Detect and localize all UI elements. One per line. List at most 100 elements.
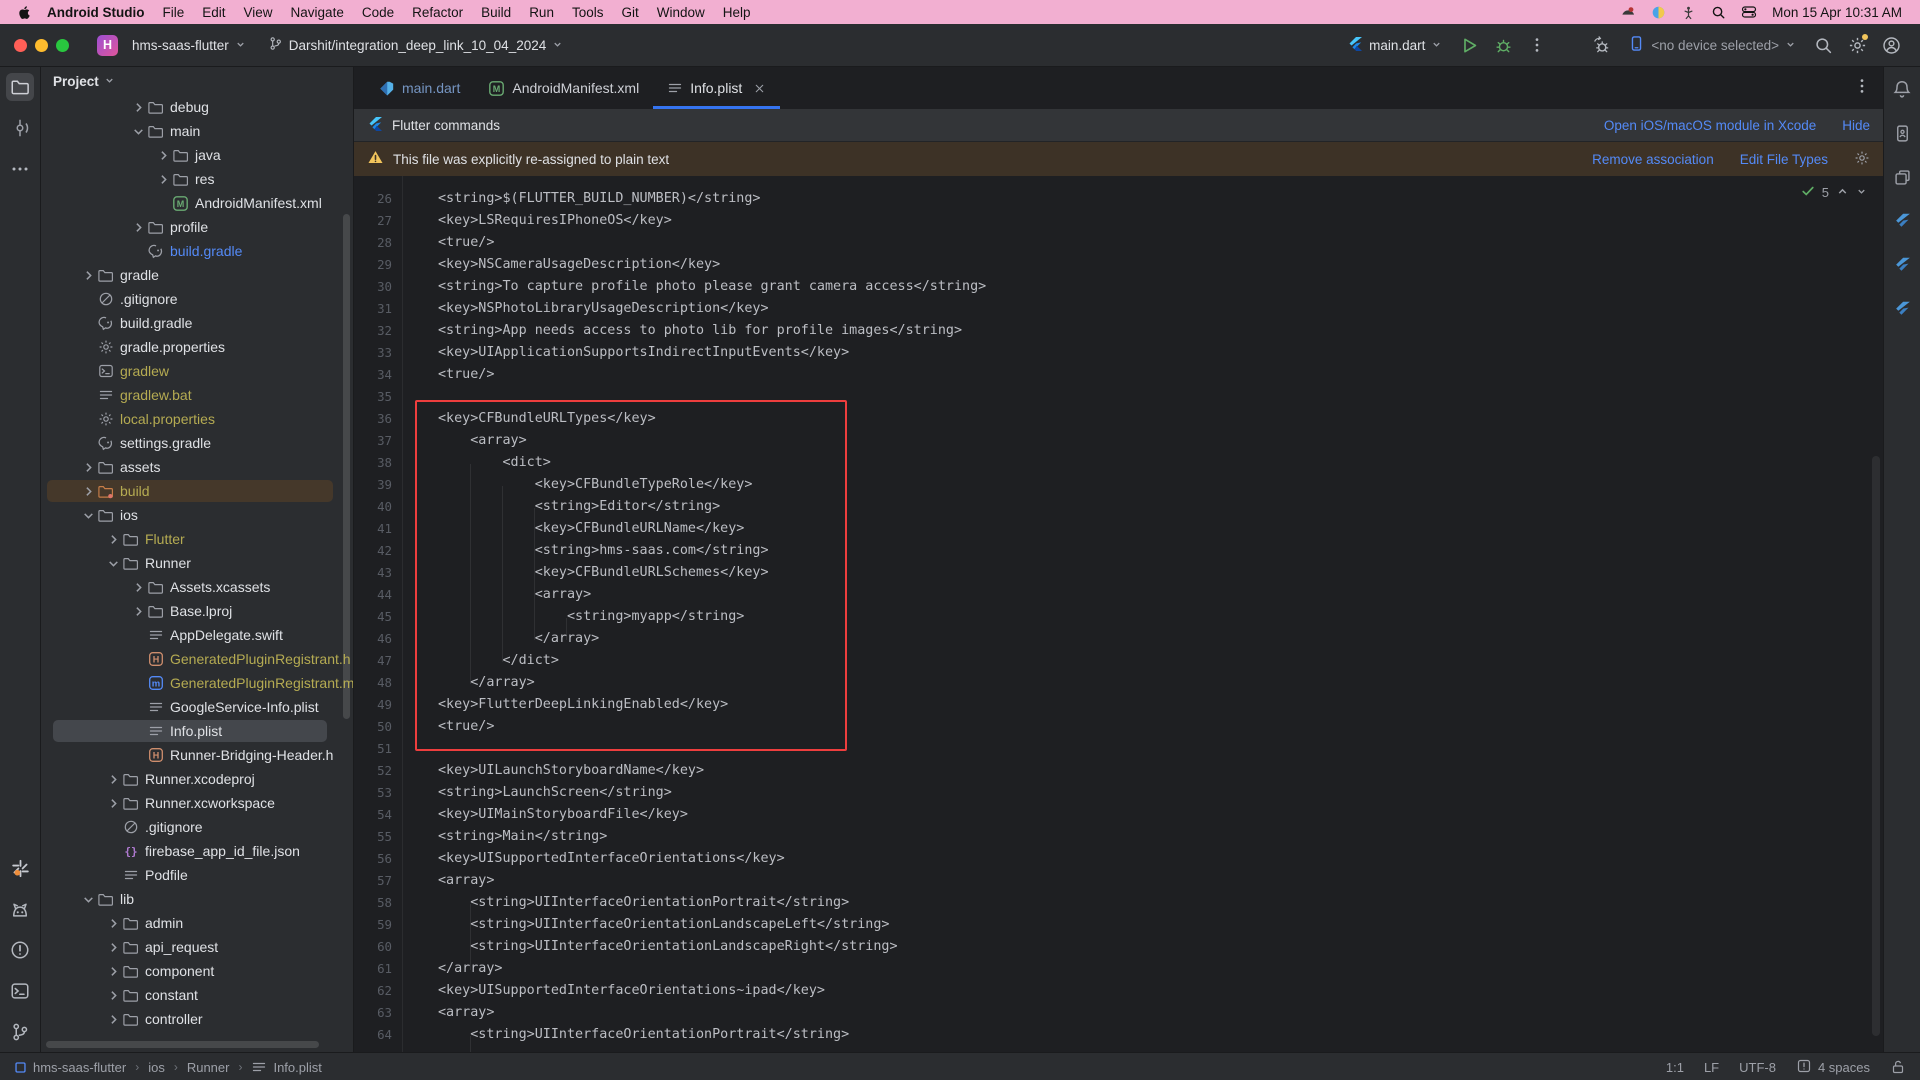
tree-item-settings-gradle[interactable]: settings.gradle [41, 431, 353, 455]
code-line-33[interactable]: 33<key>UIApplicationSupportsIndirectInpu… [354, 342, 1883, 364]
menu-item-tools[interactable]: Tools [563, 5, 613, 20]
debug-button[interactable] [1488, 30, 1518, 60]
menu-item-view[interactable]: View [235, 5, 282, 20]
minimize-window-button[interactable] [35, 39, 48, 52]
code-line-35[interactable]: 35 [354, 386, 1883, 408]
tree-item-api-request[interactable]: api_request [41, 935, 353, 959]
menubar-status-icon-2[interactable] [1651, 5, 1666, 20]
chevron-right-icon[interactable] [80, 269, 96, 282]
code-line-42[interactable]: 42 <string>hms-saas.com</string> [354, 540, 1883, 562]
code-line-27[interactable]: 27<key>LSRequiresIPhoneOS</key> [354, 210, 1883, 232]
tab-list-more-icon[interactable] [1853, 77, 1871, 100]
tree-item-gradlew-bat[interactable]: gradlew.bat [41, 383, 353, 407]
menubar-search-icon[interactable] [1711, 5, 1726, 20]
vcs-branch-widget[interactable]: Darshit/integration_deep_link_10_04_2024 [260, 31, 571, 59]
file-encoding[interactable]: UTF-8 [1739, 1060, 1776, 1075]
flutter-attach-icon[interactable] [1586, 30, 1616, 60]
code-line-40[interactable]: 40 <string>Editor</string> [354, 496, 1883, 518]
breadcrumb-hms-saas-flutter[interactable]: hms-saas-flutter [14, 1060, 126, 1075]
project-widget[interactable]: H hms-saas-flutter [89, 30, 254, 61]
tree-item-runner-xcodeproj[interactable]: Runner.xcodeproj [41, 767, 353, 791]
code-line-45[interactable]: 45 <string>myapp</string> [354, 606, 1883, 628]
code-editor[interactable]: 26<string>$(FLUTTER_BUILD_NUMBER)</strin… [354, 176, 1883, 1052]
chevron-right-icon[interactable] [130, 605, 146, 618]
tree-item-generatedpluginregistrant-m[interactable]: mGeneratedPluginRegistrant.m [41, 671, 353, 695]
tree-item-googleservice-info-plist[interactable]: GoogleService-Info.plist [41, 695, 353, 719]
editor-scrollbar[interactable] [1872, 456, 1880, 1036]
tree-item-build-gradle[interactable]: build.gradle [41, 311, 353, 335]
chevron-right-icon[interactable] [105, 941, 121, 954]
code-line-51[interactable]: 51 [354, 738, 1883, 760]
code-line-26[interactable]: 26<string>$(FLUTTER_BUILD_NUMBER)</strin… [354, 188, 1883, 210]
code-line-58[interactable]: 58 <string>UIInterfaceOrientationPortrai… [354, 892, 1883, 914]
tree-item-generatedpluginregistrant-h[interactable]: HGeneratedPluginRegistrant.h [41, 647, 353, 671]
code-line-30[interactable]: 30<string>To capture profile photo pleas… [354, 276, 1883, 298]
menubar-control-center-icon[interactable] [1741, 4, 1757, 20]
banner-settings-gear-icon[interactable] [1854, 150, 1870, 169]
tab-info-plist[interactable]: Info.plist [653, 67, 780, 109]
settings-gear-icon[interactable] [1842, 30, 1872, 60]
flutter-inspector-icon[interactable] [1888, 207, 1916, 235]
chevron-down-icon[interactable] [105, 557, 121, 570]
code-line-41[interactable]: 41 <key>CFBundleURLName</key> [354, 518, 1883, 540]
line-separator[interactable]: LF [1704, 1060, 1719, 1075]
menu-item-git[interactable]: Git [612, 5, 647, 20]
tree-item-base-lproj[interactable]: Base.lproj [41, 599, 353, 623]
menu-item-file[interactable]: File [153, 5, 193, 20]
chevron-right-icon[interactable] [105, 917, 121, 930]
code-line-53[interactable]: 53<string>LaunchScreen</string> [354, 782, 1883, 804]
flutter-outline-icon[interactable] [1888, 295, 1916, 323]
problems-tool-icon[interactable] [6, 936, 34, 964]
project-panel-header[interactable]: Project [41, 67, 353, 95]
code-line-32[interactable]: 32<string>App needs access to photo lib … [354, 320, 1883, 342]
tree-item-podfile[interactable]: Podfile [41, 863, 353, 887]
tree-item-gitignore[interactable]: .gitignore [41, 815, 353, 839]
open-xcode-link[interactable]: Open iOS/macOS module in Xcode [1604, 118, 1816, 133]
project-horizontal-scrollbar[interactable] [46, 1041, 319, 1048]
tree-item-gradle-properties[interactable]: gradle.properties [41, 335, 353, 359]
code-line-37[interactable]: 37 <array> [354, 430, 1883, 452]
lock-icon[interactable] [1890, 1059, 1906, 1075]
more-tools-icon[interactable] [6, 155, 34, 183]
chevron-right-icon[interactable] [105, 989, 121, 1002]
menu-item-code[interactable]: Code [353, 5, 403, 20]
code-line-46[interactable]: 46 </array> [354, 628, 1883, 650]
tree-item-component[interactable]: component [41, 959, 353, 983]
chevron-right-icon[interactable] [105, 533, 121, 546]
menu-item-window[interactable]: Window [648, 5, 714, 20]
chevron-down-icon[interactable] [130, 125, 146, 138]
code-line-62[interactable]: 62<key>UISupportedInterfaceOrientations~… [354, 980, 1883, 1002]
menubar-status-icon-1[interactable] [1620, 4, 1636, 20]
chevron-right-icon[interactable] [155, 149, 171, 162]
project-vertical-scrollbar[interactable] [343, 214, 350, 719]
breadcrumb-ios[interactable]: ios [148, 1060, 165, 1075]
chevron-right-icon[interactable] [105, 797, 121, 810]
device-explorer-icon[interactable] [1888, 163, 1916, 191]
chevron-right-icon[interactable] [130, 221, 146, 234]
commit-tool-icon[interactable] [6, 114, 34, 142]
code-line-50[interactable]: 50<true/> [354, 716, 1883, 738]
search-everywhere-icon[interactable] [1808, 30, 1838, 60]
tab-main-dart[interactable]: main.dart [364, 67, 474, 109]
code-line-48[interactable]: 48 </array> [354, 672, 1883, 694]
code-line-49[interactable]: 49<key>FlutterDeepLinkingEnabled</key> [354, 694, 1883, 716]
git-tool-icon[interactable] [6, 1018, 34, 1046]
menu-item-edit[interactable]: Edit [193, 5, 234, 20]
pinwheel-plugin-icon[interactable] [6, 854, 34, 882]
chevron-right-icon[interactable] [155, 173, 171, 186]
code-line-57[interactable]: 57<array> [354, 870, 1883, 892]
tree-item-profile[interactable]: profile [41, 215, 353, 239]
menu-item-run[interactable]: Run [520, 5, 563, 20]
tree-item-runner-bridging-header-h[interactable]: HRunner-Bridging-Header.h [41, 743, 353, 767]
tree-item-gradle[interactable]: gradle [41, 263, 353, 287]
tree-item-java[interactable]: java [41, 143, 353, 167]
code-line-34[interactable]: 34<true/> [354, 364, 1883, 386]
tree-item-build[interactable]: build [41, 479, 353, 503]
more-actions-icon[interactable] [1522, 30, 1552, 60]
run-button[interactable] [1454, 30, 1484, 60]
code-line-54[interactable]: 54<key>UIMainStoryboardFile</key> [354, 804, 1883, 826]
tree-item-res[interactable]: res [41, 167, 353, 191]
caret-position[interactable]: 1:1 [1666, 1060, 1684, 1075]
maximize-window-button[interactable] [56, 39, 69, 52]
chevron-right-icon[interactable] [80, 461, 96, 474]
